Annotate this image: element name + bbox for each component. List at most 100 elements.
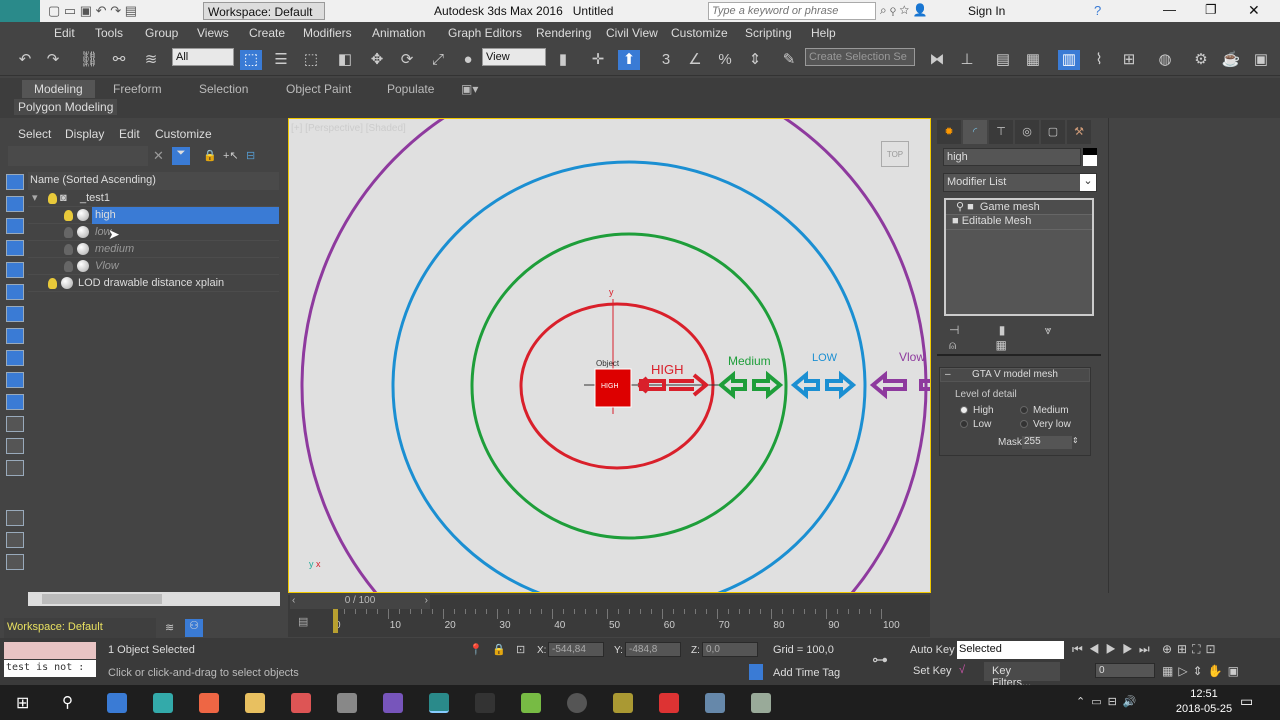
display-xrefs-icon[interactable] [6,328,24,344]
search-icons[interactable]: ⌕ ⚲ ☆ 👤 [880,3,927,18]
undo-icon[interactable]: ↶ [14,50,36,70]
lightbulb-icon[interactable] [64,261,73,272]
lightbulb-icon[interactable] [64,244,73,255]
motion-tab-icon[interactable]: ◎ [1015,120,1039,144]
display-helpers-icon[interactable] [6,262,24,278]
list-item[interactable]: low ➤ [28,224,279,242]
key-mode-dropdown[interactable]: Selected [957,641,1064,659]
tab-populate[interactable]: Populate [387,82,434,96]
viewport-top[interactable]: y y x [+] [Perspective] [Shaded] TOP Obj… [288,118,931,593]
display-cameras-icon[interactable] [6,240,24,256]
lightbulb-icon[interactable] [64,227,73,238]
display-filter-icon[interactable] [6,510,24,526]
time-tag-icon[interactable] [749,664,763,680]
taskbar-app-icon[interactable] [613,693,633,713]
explorer-find-input[interactable] [8,146,148,166]
place-icon[interactable]: ● [457,50,479,70]
radio-medium[interactable]: Medium [1020,405,1069,416]
menu-tools[interactable]: Tools [95,26,123,40]
scrollbar-thumb[interactable] [42,594,162,604]
list-item[interactable]: high [28,207,279,224]
display-layers-icon[interactable] [6,532,24,548]
rect-selection-icon[interactable]: ⬚ [300,50,322,70]
layers-icon[interactable]: ≋ [165,621,174,634]
quick-access-icons[interactable]: ▢ ▭ ▣ ↶ ↷ ▤ [48,3,137,19]
taskbar-app-icon[interactable] [705,693,725,713]
modify-tab-icon[interactable]: ◜ [963,120,987,144]
stack-item-editable-mesh[interactable]: ■ Editable Mesh [946,215,1092,230]
taskbar-app-icon[interactable] [659,693,679,713]
taskbar-app-icon[interactable] [337,693,357,713]
stack-item-game-mesh[interactable]: ⚲ ■ Game mesh [946,200,1092,215]
menu-modifiers[interactable]: Modifiers [303,26,352,40]
menu-group[interactable]: Group [145,26,178,40]
y-coord-field[interactable]: -484,8 [625,642,681,657]
angle-snap-icon[interactable]: ∠ [684,50,706,70]
display-lights-icon[interactable] [6,218,24,234]
current-frame-field[interactable]: 0 [1095,663,1155,678]
radio-high[interactable]: High [960,405,994,416]
mirror-icon[interactable]: ⧓ [926,50,948,70]
windows-start-icon[interactable]: ⊞ [16,693,29,713]
lightbulb-icon[interactable] [48,278,57,289]
explorer-menu-customize[interactable]: Customize [155,127,212,141]
notifications-icon[interactable]: ▭ [1240,693,1253,710]
scene-explorer-toggle-icon[interactable]: ⚇ [185,619,203,637]
display-sort-icon[interactable] [6,554,24,570]
tab-modeling[interactable]: Modeling [22,80,95,98]
display-spacewarps-icon[interactable] [6,284,24,300]
maximize-button[interactable]: ❐ [1205,2,1217,18]
display-groups-icon[interactable] [6,306,24,322]
object-name-input[interactable] [943,148,1081,166]
ribbon-toggle-icon[interactable]: ▦ [1022,50,1044,70]
selection-lock-icon[interactable]: 🔒 [492,643,506,656]
taskbar-app-icon[interactable] [153,693,173,713]
viewport-nav-controls-2[interactable]: ▦▷⇕✋▣ [1162,664,1244,678]
time-slider-handle[interactable] [333,609,338,633]
layer-icon[interactable]: ▤ [992,50,1014,70]
stack-tools[interactable]: ⊣ ▮ ⩔ ⍝ ▦ [949,323,1105,353]
snap-icon[interactable]: 3 [655,50,677,70]
clock-date[interactable]: 2018-05-25 [1174,703,1234,715]
tab-object-paint[interactable]: Object Paint [286,82,351,96]
scale-icon[interactable]: ⤢ [427,50,449,70]
file-explorer-icon[interactable] [245,693,265,713]
display-geometry-icon[interactable] [6,174,24,190]
viewcube[interactable]: TOP [881,141,909,167]
viewport-label[interactable]: [+] [Perspective] [Shaded] [291,123,406,134]
workspace-dropdown[interactable]: Workspace: Default [203,2,325,20]
minimize-button[interactable]: — [1163,2,1176,17]
named-selection-dropdown[interactable]: Create Selection Se [805,48,915,66]
hierarchy-icon[interactable]: ⊟ [246,149,255,162]
key-tangent-icon[interactable]: √ [959,664,965,676]
list-item[interactable]: medium [28,241,279,258]
create-tab-icon[interactable]: ✹ [937,120,961,144]
menu-graph-editors[interactable]: Graph Editors [448,26,522,40]
auto-key-button[interactable]: Auto Key [910,644,955,656]
clear-icon[interactable]: ✕ [153,148,164,164]
menu-scripting[interactable]: Scripting [745,26,792,40]
display-none-icon[interactable] [6,438,24,454]
mask-spinner[interactable]: 255 [1022,436,1072,449]
link-icon[interactable]: ⛓ [78,50,100,70]
display-containers-icon[interactable] [6,372,24,388]
explorer-menu-display[interactable]: Display [65,127,104,141]
taskbar-app-icon[interactable] [291,693,311,713]
playback-controls[interactable]: ⏮◀▶▶⏭ [1072,642,1156,657]
display-tab-icon[interactable]: ▢ [1041,120,1065,144]
clock-time[interactable]: 12:51 [1180,688,1228,700]
rollout-header[interactable]: – GTA V model mesh [940,368,1090,382]
menu-views[interactable]: Views [197,26,229,40]
menu-help[interactable]: Help [811,26,836,40]
set-key-button[interactable]: Set Key [913,665,952,677]
move-icon[interactable]: ✥ [366,50,388,70]
list-item[interactable]: ▾ ◙ _test1 [28,190,279,207]
lock-icon[interactable]: 🔒 [203,149,217,162]
radio-very-low[interactable]: Very low [1020,419,1071,430]
unlink-icon[interactable]: ⚯ [108,50,130,70]
column-header-name[interactable]: Name (Sorted Ascending) [28,172,279,190]
display-bones-icon[interactable] [6,350,24,366]
render-icon[interactable]: ☕ [1220,50,1242,70]
menu-edit[interactable]: Edit [54,26,75,40]
redo-icon[interactable]: ↷ [42,50,64,70]
